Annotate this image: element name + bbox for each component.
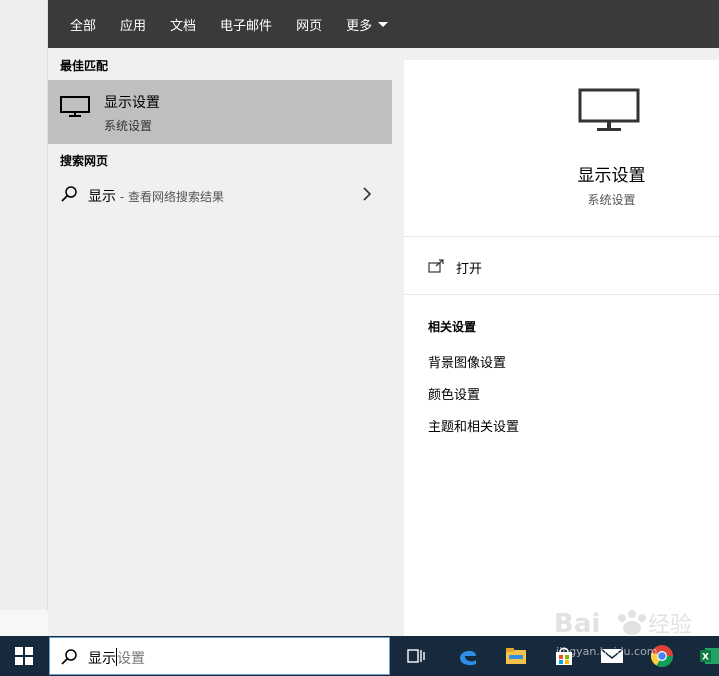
best-match-subtitle: 系统设置 — [104, 119, 153, 133]
windows-start-icon[interactable] — [0, 636, 48, 676]
desktop-background — [0, 0, 48, 636]
web-search-hint: - 查看网络搜索结果 — [116, 190, 224, 204]
search-autocomplete-hint: 设置 — [117, 651, 145, 667]
related-link-themes[interactable]: 主题和相关设置 — [428, 416, 519, 435]
preview-pane: 显示设置 系统设置 打开 相关设置 背景图像设置 颜色设置 主题和相关设置 — [404, 60, 719, 636]
store-icon[interactable] — [540, 636, 588, 676]
tab-label: 应用 — [120, 18, 147, 34]
tab-all[interactable]: 全部 — [58, 0, 108, 48]
best-match-heading: 最佳匹配 — [60, 59, 109, 73]
tab-label: 网页 — [296, 18, 323, 34]
related-settings-heading: 相关设置 — [428, 320, 477, 334]
monitor-icon — [578, 88, 640, 138]
divider — [404, 236, 719, 237]
best-match-title: 显示设置 — [104, 95, 160, 111]
search-query: 显示设置 — [88, 648, 145, 668]
search-typed-text: 显示 — [88, 651, 116, 667]
tab-documents[interactable]: 文档 — [158, 0, 208, 48]
web-search-text: 显示 - 查看网络搜索结果 — [88, 186, 224, 206]
scope-bar: 全部 应用 文档 电子邮件 网页 更多 — [48, 0, 719, 48]
monitor-icon — [60, 96, 90, 122]
open-external-icon — [428, 258, 444, 277]
open-label: 打开 — [456, 262, 483, 277]
search-panel: 全部 应用 文档 电子邮件 网页 更多 最佳匹配 显示设置 系统设置 搜索网页 — [48, 0, 719, 636]
chevron-right-icon — [362, 186, 372, 205]
tab-label: 电子邮件 — [220, 18, 273, 34]
excel-icon[interactable]: X — [686, 636, 719, 676]
results-list: 最佳匹配 显示设置 系统设置 搜索网页 显示 - 查看网络搜索结果 — [48, 48, 404, 636]
web-search-query: 显示 — [88, 189, 116, 205]
related-link-colors[interactable]: 颜色设置 — [428, 384, 480, 403]
best-match-item[interactable]: 显示设置 系统设置 — [48, 80, 392, 144]
svg-text:X: X — [702, 653, 709, 663]
tab-more[interactable]: 更多 — [334, 0, 400, 48]
tab-web[interactable]: 网页 — [284, 0, 334, 48]
chevron-down-icon — [378, 21, 389, 27]
related-link-background[interactable]: 背景图像设置 — [428, 352, 506, 371]
mail-icon[interactable] — [588, 636, 636, 676]
web-search-item[interactable]: 显示 - 查看网络搜索结果 — [48, 176, 392, 212]
task-view-icon[interactable] — [392, 636, 440, 676]
search-icon — [60, 185, 78, 207]
search-icon — [60, 648, 78, 670]
file-explorer-icon[interactable] — [492, 636, 540, 676]
taskbar-search-input[interactable]: 显示设置 — [49, 637, 390, 675]
edge-icon[interactable] — [444, 636, 492, 676]
desktop-strip — [0, 610, 48, 636]
tab-label: 文档 — [170, 18, 197, 34]
tab-label: 更多 — [346, 18, 373, 34]
divider — [404, 294, 719, 295]
taskbar: 显示设置 X — [0, 636, 719, 676]
preview-title: 显示设置 — [577, 166, 646, 186]
web-search-heading: 搜索网页 — [60, 154, 109, 168]
tab-label: 全部 — [70, 18, 97, 34]
tab-email[interactable]: 电子邮件 — [208, 0, 284, 48]
tab-apps[interactable]: 应用 — [108, 0, 158, 48]
chrome-icon[interactable] — [638, 636, 686, 676]
preview-subtitle: 系统设置 — [587, 193, 636, 207]
